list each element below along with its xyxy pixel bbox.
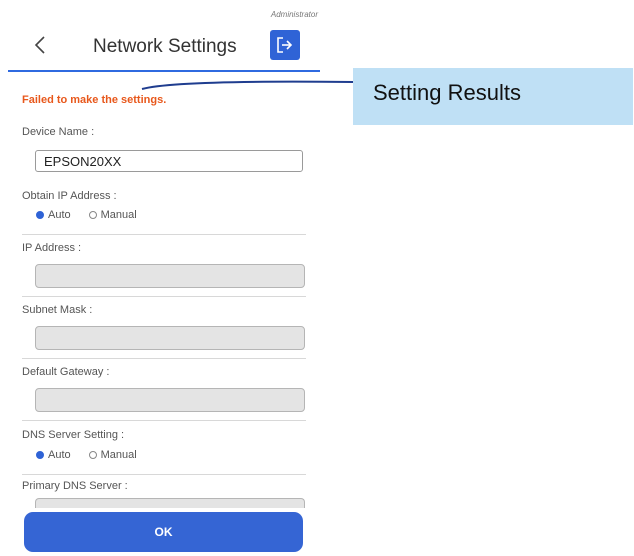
back-button[interactable] [28,32,52,58]
ip-address-label: IP Address : [22,242,82,254]
primary-dns-label: Primary DNS Server : [22,480,128,492]
device-name-label: Device Name : [22,126,95,138]
radio-label: Manual [100,209,137,221]
dns-setting-radio-group: Auto Manual [36,449,155,461]
dns-manual-radio[interactable]: Manual [88,449,137,461]
radio-unchecked-icon [88,211,97,219]
subnet-mask-input [35,326,305,350]
divider [22,474,306,475]
obtain-ip-label: Obtain IP Address : [22,190,117,202]
radio-checked-icon [36,211,44,219]
dns-setting-label: DNS Server Setting : [22,429,125,441]
device-name-input[interactable] [35,150,303,172]
divider [22,420,306,421]
role-label: Administrator [270,10,318,19]
divider [22,296,306,297]
obtain-ip-manual-radio[interactable]: Manual [88,209,137,221]
phone-screen: Administrator Network Settings Failed to… [8,0,320,556]
logout-icon [277,37,293,53]
ok-button[interactable]: OK [24,512,303,552]
divider [22,234,306,235]
header-divider [8,70,320,72]
primary-dns-input [35,498,305,508]
default-gateway-label: Default Gateway : [22,366,110,378]
error-message: Failed to make the settings. [22,94,167,106]
obtain-ip-auto-radio[interactable]: Auto [36,209,71,221]
default-gateway-input [35,388,305,412]
radio-checked-icon [36,451,44,459]
obtain-ip-radio-group: Auto Manual [36,209,155,221]
radio-unchecked-icon [88,451,97,459]
chevron-left-icon [34,36,45,54]
subnet-mask-label: Subnet Mask : [22,304,93,316]
dns-auto-radio[interactable]: Auto [36,449,71,461]
radio-label: Manual [100,449,137,461]
page-title: Network Settings [93,36,237,57]
ip-address-input [35,264,305,288]
callout-box: Setting Results [353,68,633,125]
divider [22,358,306,359]
callout-text: Setting Results [373,80,521,105]
radio-label: Auto [48,449,71,461]
radio-label: Auto [48,209,71,221]
logout-button[interactable] [270,30,300,60]
